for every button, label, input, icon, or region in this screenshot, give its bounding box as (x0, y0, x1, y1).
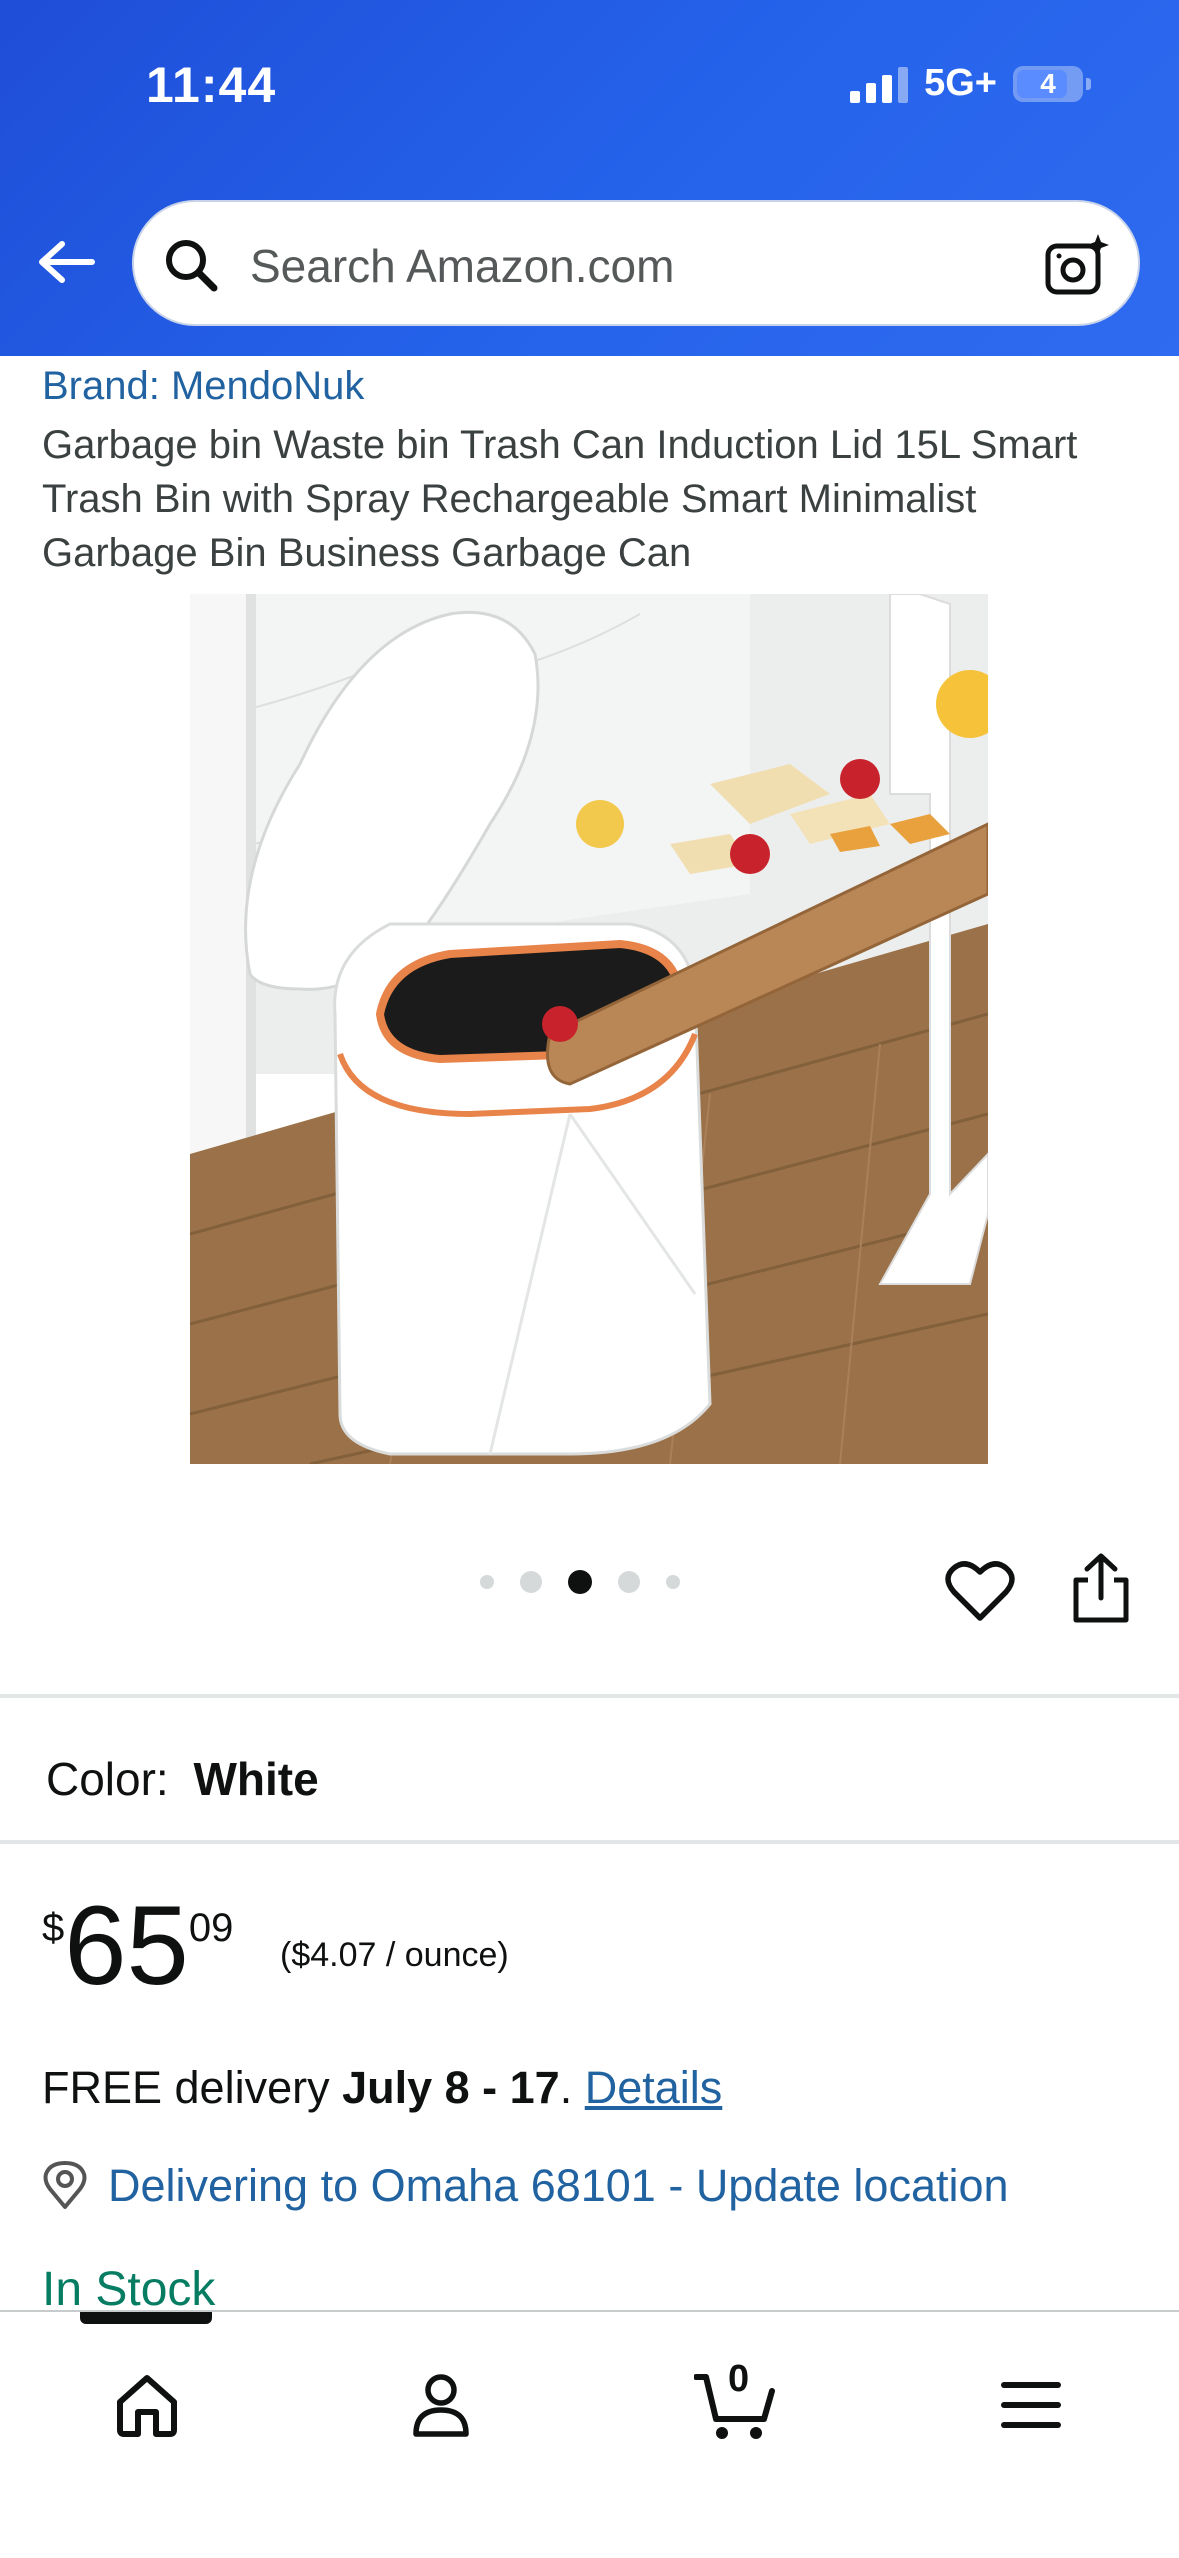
menu-icon (1001, 2382, 1061, 2428)
delivery-prefix: FREE delivery (42, 2062, 343, 2113)
network-type: 5G+ (924, 62, 997, 104)
top-header: 11:44 5G+ 4 (0, 0, 1179, 356)
delivery-dates: July 8 - 17 (342, 2062, 560, 2113)
tab-menu[interactable] (976, 2350, 1086, 2460)
tab-cart[interactable]: 0 (682, 2350, 792, 2460)
back-button[interactable] (34, 230, 98, 294)
battery-level: 4 (1040, 67, 1056, 99)
delivery-location[interactable]: Delivering to Omaha 68101 - Update locat… (42, 2160, 1009, 2212)
share-icon (1073, 1553, 1129, 1623)
back-arrow-icon (39, 241, 95, 283)
stock-status: In Stock (42, 2263, 216, 2316)
product-image[interactable] (190, 594, 988, 1464)
status-time: 11:44 (146, 57, 277, 113)
tab-account[interactable] (386, 2350, 496, 2460)
color-label: Color: (46, 1753, 169, 1805)
unit-price: ($4.07 / ounce) (280, 1936, 509, 1974)
search-icon (166, 240, 218, 292)
price: $ 65 09 (42, 1890, 233, 2002)
image-carousel-dots[interactable] (480, 1570, 680, 1594)
search-input[interactable] (248, 228, 1032, 304)
carousel-dot[interactable] (520, 1571, 542, 1593)
price-whole: 65 (64, 1883, 189, 2008)
price-symbol: $ (42, 1906, 65, 1950)
cart-count-badge: 0 (728, 2358, 750, 2400)
product-title: Garbage bin Waste bin Trash Can Inductio… (42, 423, 1078, 575)
active-tab-indicator (80, 2312, 212, 2324)
signal-icon (850, 65, 909, 103)
divider (0, 1840, 1179, 1844)
delivery-details-link[interactable]: Details (585, 2062, 723, 2113)
carousel-dot-active[interactable] (568, 1570, 592, 1594)
location-text[interactable]: Delivering to Omaha 68101 - Update locat… (108, 2160, 1009, 2212)
share-button[interactable] (1068, 1552, 1134, 1624)
camera-lens-icon[interactable] (1044, 232, 1110, 298)
color-value: White (193, 1753, 319, 1805)
heart-icon (945, 1561, 1015, 1621)
carousel-dot[interactable] (618, 1571, 640, 1593)
tab-home[interactable] (92, 2350, 202, 2460)
account-icon (413, 2374, 469, 2437)
save-to-list-button[interactable] (944, 1556, 1016, 1628)
search-bar[interactable] (132, 200, 1140, 326)
carousel-dot[interactable] (666, 1575, 680, 1589)
location-pin-icon (43, 2161, 87, 2209)
battery-icon: 4 (1013, 65, 1091, 102)
color-selector[interactable]: Color: White (46, 1752, 319, 1806)
home-icon (117, 2375, 177, 2437)
divider (0, 1694, 1179, 1698)
carousel-dot[interactable] (480, 1575, 494, 1589)
price-fraction: 09 (188, 1906, 234, 1950)
status-indicators: 5G+ 4 (850, 62, 1091, 105)
delivery-suffix: . (559, 2062, 585, 2113)
bottom-tab-bar: 0 (0, 2310, 1179, 2558)
brand-link[interactable]: Brand: MendoNuk (42, 364, 364, 409)
delivery-info: FREE delivery July 8 - 17. Details (42, 2062, 722, 2114)
